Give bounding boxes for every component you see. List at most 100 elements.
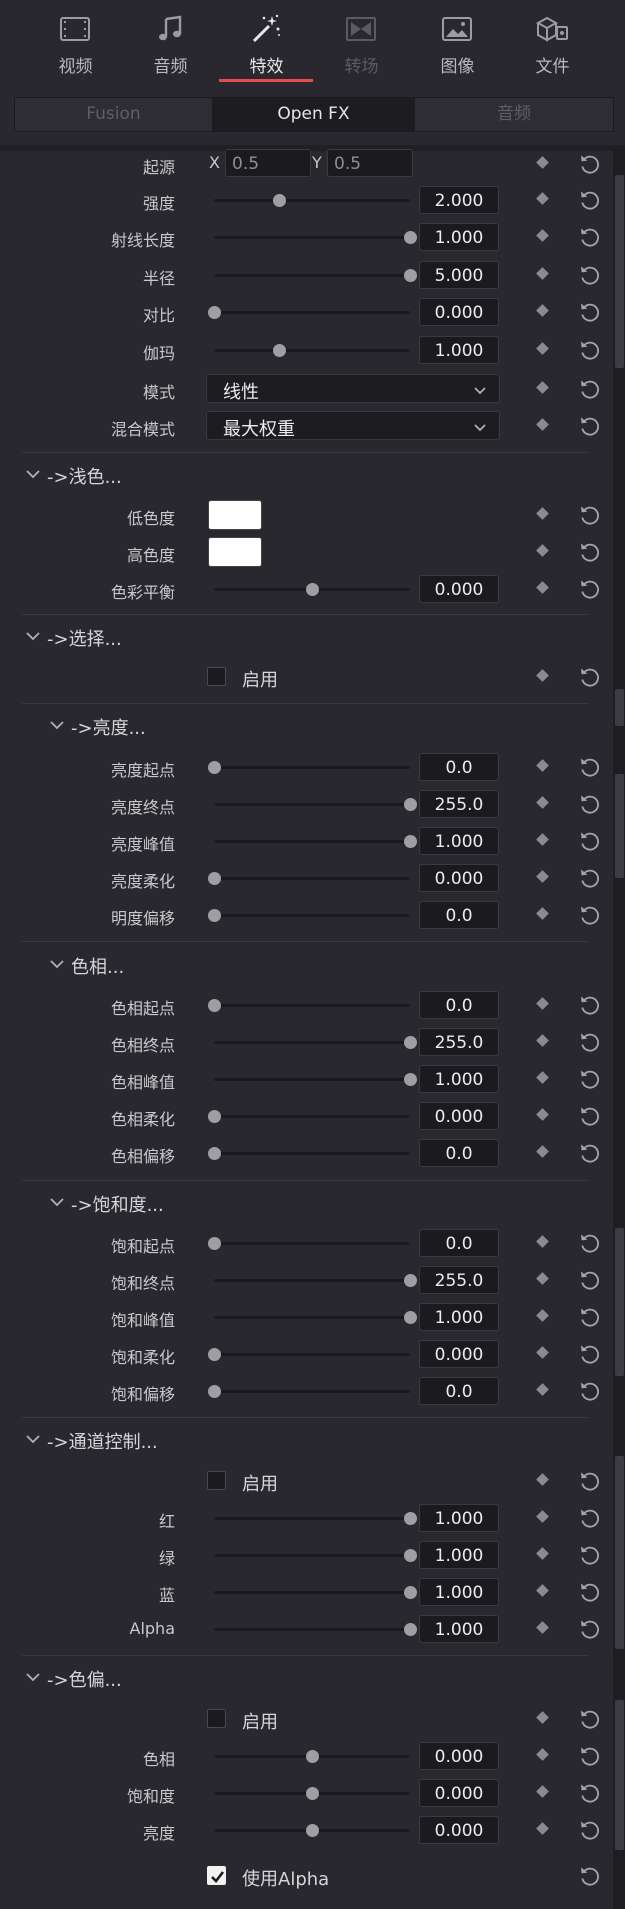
- keyframe-diamond-icon[interactable]: [536, 1584, 549, 1597]
- keyframe-diamond-icon[interactable]: [536, 342, 549, 355]
- origin-y-field[interactable]: 0.5: [327, 149, 413, 177]
- reset-icon[interactable]: [578, 866, 602, 890]
- slider-knob[interactable]: [306, 1824, 319, 1837]
- keyframe-diamond-icon[interactable]: [536, 796, 549, 809]
- reset-icon[interactable]: [578, 152, 602, 176]
- origin-x-field[interactable]: 0.5: [225, 149, 311, 177]
- tab-image[interactable]: 图像: [410, 0, 505, 83]
- reset-icon[interactable]: [578, 540, 602, 564]
- chevron-down-icon[interactable]: [48, 716, 66, 734]
- keyframe-diamond-icon[interactable]: [536, 267, 549, 280]
- slider-knob[interactable]: [208, 1110, 221, 1123]
- param-value-field[interactable]: 1.000: [419, 1541, 499, 1569]
- slider-knob[interactable]: [404, 1586, 417, 1599]
- param-slider[interactable]: [208, 306, 410, 319]
- slider-knob[interactable]: [404, 798, 417, 811]
- keyframe-diamond-icon[interactable]: [536, 669, 549, 682]
- keyframe-diamond-icon[interactable]: [536, 1748, 549, 1761]
- reset-icon[interactable]: [578, 1030, 602, 1054]
- slider-knob[interactable]: [404, 1549, 417, 1562]
- param-value-field[interactable]: 0.0: [419, 753, 499, 781]
- param-value-field[interactable]: 1.000: [419, 1303, 499, 1331]
- param-slider[interactable]: [214, 798, 417, 811]
- param-value-field[interactable]: 5.000: [419, 261, 499, 289]
- reset-icon[interactable]: [578, 1781, 602, 1805]
- param-value-field[interactable]: 255.0: [419, 1028, 499, 1056]
- reset-icon[interactable]: [578, 577, 602, 601]
- slider-knob[interactable]: [208, 1348, 221, 1361]
- blend-mode-row-select[interactable]: 最大权重: [206, 411, 500, 440]
- slider-knob[interactable]: [208, 1385, 221, 1398]
- enable-checkbox[interactable]: [207, 667, 226, 686]
- param-value-field[interactable]: 0.000: [419, 864, 499, 892]
- enable-checkbox[interactable]: [207, 1471, 226, 1490]
- low-color-swatch[interactable]: [208, 500, 262, 530]
- keyframe-diamond-icon[interactable]: [536, 1785, 549, 1798]
- param-value-field[interactable]: 1.000: [419, 1615, 499, 1643]
- reset-icon[interactable]: [578, 1580, 602, 1604]
- param-slider[interactable]: [214, 344, 410, 357]
- param-value-field[interactable]: 1.000: [419, 223, 499, 251]
- chevron-down-icon[interactable]: [24, 627, 42, 645]
- param-value-field[interactable]: 0.000: [419, 1742, 499, 1770]
- param-value-field[interactable]: 1.000: [419, 1504, 499, 1532]
- param-value-field[interactable]: 1.000: [419, 336, 499, 364]
- slider-knob[interactable]: [404, 1274, 417, 1287]
- slider-knob[interactable]: [272, 344, 286, 357]
- param-value-field[interactable]: 255.0: [419, 1266, 499, 1294]
- subtab-audio[interactable]: 音频: [415, 98, 613, 131]
- param-value-field[interactable]: 2.000: [419, 186, 499, 214]
- reset-icon[interactable]: [578, 1268, 602, 1292]
- param-slider[interactable]: [214, 269, 417, 282]
- keyframe-diamond-icon[interactable]: [536, 507, 549, 520]
- keyframe-diamond-icon[interactable]: [536, 997, 549, 1010]
- keyframe-diamond-icon[interactable]: [536, 1383, 549, 1396]
- param-value-field[interactable]: 0.000: [419, 1779, 499, 1807]
- keyframe-diamond-icon[interactable]: [536, 1272, 549, 1285]
- tab-magic-wand[interactable]: 特效: [219, 0, 314, 83]
- keyframe-diamond-icon[interactable]: [536, 544, 549, 557]
- section-hue[interactable]: 色相...: [0, 948, 600, 982]
- reset-icon[interactable]: [578, 1379, 602, 1403]
- slider-knob[interactable]: [404, 1512, 417, 1525]
- param-value-field[interactable]: 0.000: [419, 1816, 499, 1844]
- param-slider[interactable]: [214, 231, 417, 244]
- param-slider[interactable]: [208, 1348, 410, 1361]
- param-slider[interactable]: [208, 761, 410, 774]
- slider-knob[interactable]: [404, 835, 417, 848]
- slider-knob[interactable]: [208, 999, 221, 1012]
- reset-icon[interactable]: [578, 1707, 602, 1731]
- keyframe-diamond-icon[interactable]: [536, 1145, 549, 1158]
- slider-knob[interactable]: [404, 269, 417, 282]
- slider-knob[interactable]: [404, 1623, 417, 1636]
- param-slider[interactable]: [208, 909, 410, 922]
- section-channel-control[interactable]: ->通道控制...: [0, 1423, 600, 1457]
- slider-knob[interactable]: [404, 1311, 417, 1324]
- keyframe-diamond-icon[interactable]: [536, 1473, 549, 1486]
- reset-icon[interactable]: [578, 1744, 602, 1768]
- keyframe-diamond-icon[interactable]: [536, 156, 549, 169]
- param-slider[interactable]: [214, 1586, 417, 1599]
- reset-icon[interactable]: [578, 414, 602, 438]
- keyframe-diamond-icon[interactable]: [536, 1822, 549, 1835]
- param-value-field[interactable]: 0.0: [419, 1229, 499, 1257]
- reset-icon[interactable]: [578, 1617, 602, 1641]
- keyframe-diamond-icon[interactable]: [536, 833, 549, 846]
- reset-icon[interactable]: [578, 1506, 602, 1530]
- reset-icon[interactable]: [578, 665, 602, 689]
- slider-knob[interactable]: [208, 872, 221, 885]
- keyframe-diamond-icon[interactable]: [536, 1235, 549, 1248]
- param-slider[interactable]: [214, 1073, 417, 1086]
- param-value-field[interactable]: 0.000: [419, 298, 499, 326]
- subtab-open-fx[interactable]: Open FX: [212, 98, 415, 131]
- tab-file[interactable]: 文件: [505, 0, 600, 83]
- subtab-fusion[interactable]: Fusion: [15, 98, 212, 131]
- scrollbar-thumb[interactable]: [615, 175, 624, 368]
- reset-icon[interactable]: [578, 1305, 602, 1329]
- param-slider[interactable]: [208, 872, 410, 885]
- section-luma[interactable]: ->亮度...: [0, 709, 600, 743]
- tab-transition[interactable]: 转场: [314, 0, 409, 83]
- mode-row-select[interactable]: 线性: [206, 374, 500, 403]
- reset-icon[interactable]: [578, 1543, 602, 1567]
- slider-knob[interactable]: [404, 231, 417, 244]
